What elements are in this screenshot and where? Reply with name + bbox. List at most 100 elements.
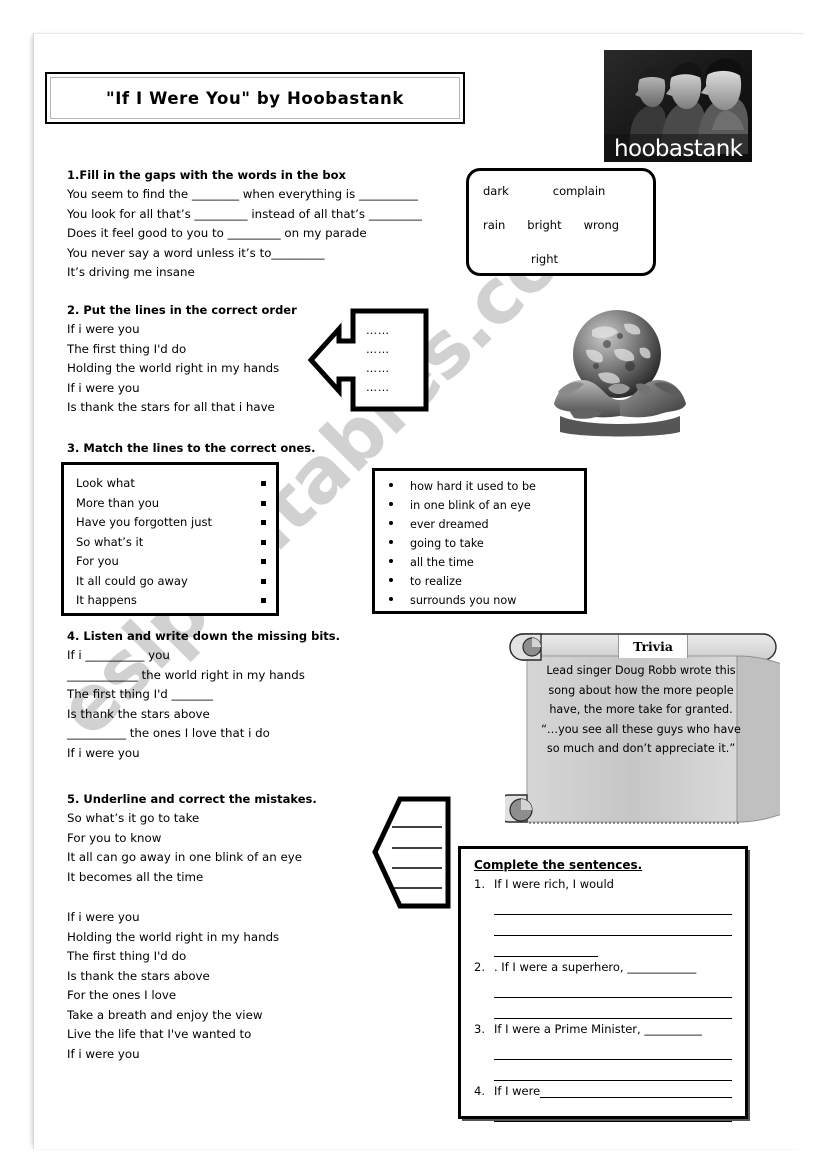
- bullet-icon: [389, 502, 393, 506]
- section-2-heading: 2. Put the lines in the correct order: [67, 303, 297, 317]
- match-square-icon[interactable]: [261, 578, 266, 584]
- match-right-label: all the time: [410, 556, 474, 569]
- worksheet-title-inner: "If I Were You" by Hoobastank: [50, 77, 460, 119]
- match-square-icon[interactable]: [261, 481, 266, 487]
- section-2-line: Holding the world right in my hands: [67, 361, 280, 375]
- answer-rule[interactable]: [494, 936, 598, 957]
- section-2-dotted-lines: …… …… …… …… ……: [366, 321, 390, 416]
- bullet-icon: [389, 540, 393, 544]
- match-left-item[interactable]: More than you: [76, 494, 266, 514]
- pentagon-arrow-shape-icon: [372, 796, 451, 909]
- dotted-line: ……: [366, 324, 390, 337]
- complete-sentence-item: 1. If I were rich, I would: [474, 874, 732, 894]
- section-1-heading: 1.Fill in the gaps with the words in the…: [67, 168, 346, 182]
- match-right-label: ever dreamed: [410, 518, 489, 531]
- bullet-icon: [389, 521, 393, 525]
- section-2-line: Is thank the stars for all that i have: [67, 400, 275, 414]
- word-chip-complain: complain: [552, 184, 606, 198]
- word-chip-rain: rain: [483, 218, 506, 232]
- section-1-line: You look for all that’s _________ instea…: [67, 206, 422, 221]
- match-left-label: It happens: [76, 593, 137, 607]
- final-lyrics-block: If i were you Holding the world right in…: [67, 908, 279, 1064]
- section-5-answer-arrow: [372, 795, 452, 910]
- hands-holding-earth-image: [552, 300, 688, 450]
- item-text: If I were: [494, 1084, 541, 1098]
- match-square-icon[interactable]: [261, 539, 266, 545]
- complete-sentences-title: Complete the sentences.: [474, 858, 643, 872]
- match-left-label: It all could go away: [76, 573, 188, 588]
- page-title: "If I Were You" by Hoobastank: [106, 88, 404, 108]
- complete-sentence-item: 3. If I were a Prime Minister, _________…: [474, 1019, 732, 1039]
- answer-rule[interactable]: [494, 1101, 732, 1122]
- section-1: 1.Fill in the gaps with the words in the…: [67, 168, 422, 283]
- item-number: 2.: [474, 960, 485, 974]
- section-4: 4. Listen and write down the missing bit…: [67, 629, 340, 763]
- section-2-line: If i were you: [67, 322, 140, 336]
- match-right-item[interactable]: how hard it used to be: [383, 477, 578, 496]
- match-square-icon[interactable]: [261, 500, 266, 506]
- final-lyric-line: If i were you: [67, 1046, 140, 1061]
- match-right-item[interactable]: going to take: [383, 534, 578, 553]
- section-5-line: So what’s it go to take: [67, 811, 200, 825]
- hoobastank-band-photo: hoobastank: [604, 50, 752, 162]
- match-right-item[interactable]: all the time: [383, 553, 578, 572]
- match-square-icon[interactable]: [261, 598, 266, 604]
- answer-rule[interactable]: [494, 977, 732, 998]
- match-left-item[interactable]: It happens: [76, 591, 266, 611]
- section-3-right-column-box: how hard it used to be in one blink of a…: [372, 468, 587, 614]
- match-left-item[interactable]: So what’s it: [76, 533, 266, 553]
- section-1-line: It’s driving me insane: [67, 265, 195, 279]
- section-3-heading: 3. Match the lines to the correct ones.: [67, 441, 316, 455]
- match-left-item[interactable]: For you: [76, 552, 266, 572]
- globe-in-hands-graphic: [554, 310, 686, 437]
- match-left-label: More than you: [76, 495, 160, 510]
- match-right-label: surrounds you now: [410, 594, 517, 607]
- trivia-scroll-box: Trivia Lead singer Doug Robb wrote this …: [505, 630, 780, 838]
- section-4-line: If i were you: [67, 745, 140, 760]
- final-lyric-line: For the ones I love: [67, 988, 177, 1002]
- section-4-heading: 4. Listen and write down the missing bit…: [67, 629, 340, 643]
- match-right-item[interactable]: surrounds you now: [383, 591, 578, 610]
- answer-rule-inline[interactable]: [540, 1081, 732, 1098]
- match-left-item[interactable]: Look what: [76, 474, 266, 494]
- dotted-line: ……: [366, 343, 390, 356]
- match-left-item[interactable]: It all could go away: [76, 572, 266, 592]
- section-4-line: The first thing I'd _______: [67, 687, 213, 701]
- bullet-icon: [389, 578, 393, 582]
- section-5: 5. Underline and correct the mistakes. S…: [67, 792, 317, 887]
- section-4-line: __________ the ones I love that i do: [67, 726, 270, 740]
- final-lyric-line: Holding the world right in my hands: [67, 929, 280, 944]
- section-5-heading: 5. Underline and correct the mistakes.: [67, 792, 317, 806]
- answer-rule[interactable]: [494, 998, 732, 1019]
- match-right-label: to realize: [410, 575, 462, 588]
- final-lyric-line: If i were you: [67, 910, 140, 924]
- final-lyric-line: Is thank the stars above: [67, 968, 210, 983]
- band-photo-graphic: hoobastank: [604, 50, 752, 162]
- bullet-icon: [389, 597, 393, 601]
- complete-the-sentences-box: Complete the sentences. 1. If I were ric…: [458, 846, 748, 1122]
- word-chip-bright: bright: [527, 218, 562, 232]
- word-chip-wrong: wrong: [583, 218, 620, 232]
- item-text: . If I were a superhero, ____________: [494, 960, 697, 974]
- section-2: 2. Put the lines in the correct order If…: [67, 303, 297, 418]
- answer-rule[interactable]: [494, 1060, 732, 1081]
- match-square-icon[interactable]: [261, 520, 266, 526]
- match-left-item[interactable]: Have you forgotten just: [76, 513, 266, 533]
- word-bank-row: dark complain: [483, 184, 605, 198]
- match-right-item[interactable]: in one blink of an eye: [383, 496, 578, 515]
- match-right-item[interactable]: ever dreamed: [383, 515, 578, 534]
- match-square-icon[interactable]: [261, 559, 266, 565]
- worksheet-title-box: "If I Were You" by Hoobastank: [45, 72, 465, 124]
- answer-rule[interactable]: [494, 1039, 732, 1060]
- item-text: If I were a Prime Minister, __________: [494, 1022, 702, 1036]
- answer-rule[interactable]: [494, 894, 732, 915]
- match-right-item[interactable]: to realize: [383, 572, 578, 591]
- trivia-text: Lead singer Doug Robb wrote this song ab…: [541, 664, 741, 755]
- section-1-line: You seem to find the ________ when every…: [67, 187, 418, 201]
- section-2-answer-arrow: …… …… …… …… ……: [308, 307, 430, 413]
- section-4-line: Is thank the stars above: [67, 706, 210, 721]
- dotted-line: ……: [366, 400, 390, 413]
- answer-rule[interactable]: [494, 915, 732, 936]
- complete-sentence-item: 2. . If I were a superhero, ____________: [474, 957, 732, 977]
- trivia-label: Trivia: [618, 635, 688, 658]
